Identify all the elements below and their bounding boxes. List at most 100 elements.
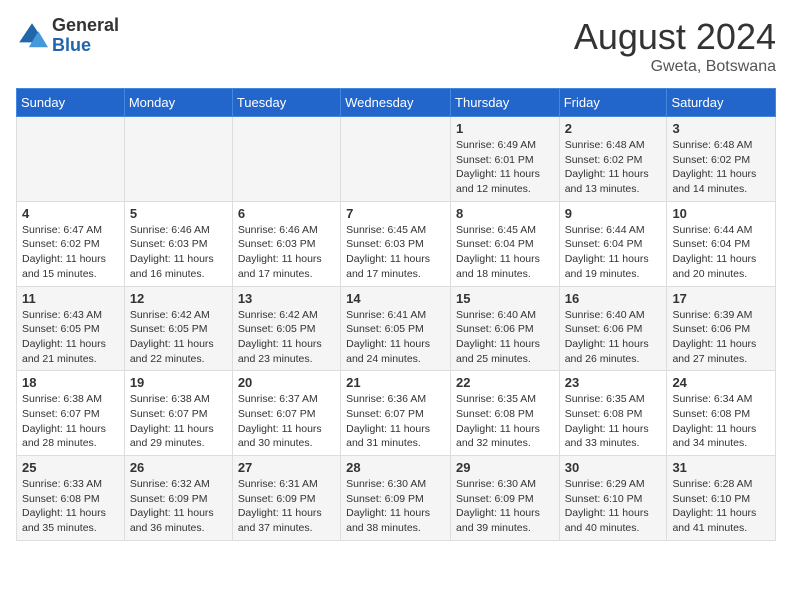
logo: General Blue [16,16,119,56]
calendar-cell: 26Sunrise: 6:32 AM Sunset: 6:09 PM Dayli… [124,456,232,541]
calendar-cell: 15 Sunrise: 6:40 AM Sunset: 6:06 PM Dayli… [451,286,560,371]
logo-text: General Blue [52,16,119,56]
calendar-cell: 4 Sunrise: 6:47 AM Sunset: 6:02 PM Daylig… [17,201,125,286]
day-number: 1 [456,121,554,136]
day-number: 24 [672,375,770,390]
day-info: Sunrise: 6:36 AM Sunset: 6:07 PM Dayligh… [346,392,445,451]
day-number: 26 [130,460,227,475]
calendar-cell: 16Sunrise: 6:40 AM Sunset: 6:06 PM Dayli… [559,286,667,371]
day-number: 12 [130,291,227,306]
day-number: 13 [238,291,335,306]
calendar-cell: 18 Sunrise: 6:38 AM Sunset: 6:07 PM Dayli… [17,371,125,456]
day-info: Sunrise: 6:37 AM Sunset: 6:07 PM Dayligh… [238,392,335,451]
day-number: 4 [22,206,119,221]
day-number: 9 [565,206,662,221]
calendar-table: SundayMondayTuesdayWednesdayThursdayFrid… [16,88,776,541]
calendar-cell: 8Sunrise: 6:45 AM Sunset: 6:04 PM Daylig… [451,201,560,286]
calendar-cell: 19Sunrise: 6:38 AM Sunset: 6:07 PM Dayli… [124,371,232,456]
calendar-cell: 12Sunrise: 6:42 AM Sunset: 6:05 PM Dayli… [124,286,232,371]
logo-blue-text: Blue [52,36,119,56]
day-info: Sunrise: 6:46 AM Sunset: 6:03 PM Dayligh… [130,223,227,282]
day-info: Sunrise: 6:47 AM Sunset: 6:02 PM Dayligh… [22,223,119,282]
day-number: 3 [672,121,770,136]
day-info: Sunrise: 6:33 AM Sunset: 6:08 PM Dayligh… [22,477,119,536]
day-info: Sunrise: 6:49 AM Sunset: 6:01 PM Dayligh… [456,138,554,197]
day-number: 14 [346,291,445,306]
day-number: 31 [672,460,770,475]
location-subtitle: Gweta, Botswana [574,58,776,76]
day-info: Sunrise: 6:48 AM Sunset: 6:02 PM Dayligh… [565,138,662,197]
day-number: 23 [565,375,662,390]
calendar-cell: 5 Sunrise: 6:46 AM Sunset: 6:03 PM Daylig… [124,201,232,286]
day-info: Sunrise: 6:45 AM Sunset: 6:04 PM Dayligh… [456,223,554,282]
day-info: Sunrise: 6:28 AM Sunset: 6:10 PM Dayligh… [672,477,770,536]
day-info: Sunrise: 6:30 AM Sunset: 6:09 PM Dayligh… [456,477,554,536]
day-number: 30 [565,460,662,475]
day-info: Sunrise: 6:46 AM Sunset: 6:03 PM Dayligh… [238,223,335,282]
page-header: General Blue August 2024 Gweta, Botswana [16,16,776,76]
day-number: 22 [456,375,554,390]
day-info: Sunrise: 6:31 AM Sunset: 6:09 PM Dayligh… [238,477,335,536]
day-info: Sunrise: 6:29 AM Sunset: 6:10 PM Dayligh… [565,477,662,536]
calendar-cell: 30 Sunrise: 6:29 AM Sunset: 6:10 PM Dayli… [559,456,667,541]
calendar-cell: 29 Sunrise: 6:30 AM Sunset: 6:09 PM Dayli… [451,456,560,541]
day-number: 15 [456,291,554,306]
logo-icon [16,20,48,52]
calendar-week-row: 18 Sunrise: 6:38 AM Sunset: 6:07 PM Dayli… [17,371,776,456]
logo-general-text: General [52,16,119,36]
day-number: 7 [346,206,445,221]
day-of-week-header: Sunday [17,89,125,117]
calendar-cell: 24Sunrise: 6:34 AM Sunset: 6:08 PM Dayli… [667,371,776,456]
day-info: Sunrise: 6:35 AM Sunset: 6:08 PM Dayligh… [565,392,662,451]
day-info: Sunrise: 6:40 AM Sunset: 6:06 PM Dayligh… [456,308,554,367]
day-number: 2 [565,121,662,136]
title-block: August 2024 Gweta, Botswana [574,16,776,76]
day-number: 5 [130,206,227,221]
calendar-cell: 31 Sunrise: 6:28 AM Sunset: 6:10 PM Dayli… [667,456,776,541]
calendar-cell: 1 Sunrise: 6:49 AM Sunset: 6:01 PM Daylig… [451,117,560,202]
day-number: 21 [346,375,445,390]
calendar-cell: 17 Sunrise: 6:39 AM Sunset: 6:06 PM Dayli… [667,286,776,371]
day-number: 17 [672,291,770,306]
calendar-header: SundayMondayTuesdayWednesdayThursdayFrid… [17,89,776,117]
day-info: Sunrise: 6:45 AM Sunset: 6:03 PM Dayligh… [346,223,445,282]
day-info: Sunrise: 6:41 AM Sunset: 6:05 PM Dayligh… [346,308,445,367]
day-number: 28 [346,460,445,475]
day-of-week-header: Saturday [667,89,776,117]
calendar-cell: 3 Sunrise: 6:48 AM Sunset: 6:02 PM Daylig… [667,117,776,202]
day-number: 18 [22,375,119,390]
day-info: Sunrise: 6:42 AM Sunset: 6:05 PM Dayligh… [238,308,335,367]
calendar-week-row: 1 Sunrise: 6:49 AM Sunset: 6:01 PM Daylig… [17,117,776,202]
calendar-cell: 28Sunrise: 6:30 AM Sunset: 6:09 PM Dayli… [341,456,451,541]
day-info: Sunrise: 6:43 AM Sunset: 6:05 PM Dayligh… [22,308,119,367]
day-number: 20 [238,375,335,390]
calendar-cell: 13 Sunrise: 6:42 AM Sunset: 6:05 PM Dayli… [232,286,340,371]
calendar-cell: 22 Sunrise: 6:35 AM Sunset: 6:08 PM Dayli… [451,371,560,456]
day-of-week-header: Thursday [451,89,560,117]
day-info: Sunrise: 6:44 AM Sunset: 6:04 PM Dayligh… [565,223,662,282]
calendar-cell [17,117,125,202]
calendar-cell: 23 Sunrise: 6:35 AM Sunset: 6:08 PM Dayli… [559,371,667,456]
calendar-cell: 21 Sunrise: 6:36 AM Sunset: 6:07 PM Dayli… [341,371,451,456]
header-row: SundayMondayTuesdayWednesdayThursdayFrid… [17,89,776,117]
day-info: Sunrise: 6:48 AM Sunset: 6:02 PM Dayligh… [672,138,770,197]
day-info: Sunrise: 6:44 AM Sunset: 6:04 PM Dayligh… [672,223,770,282]
day-number: 25 [22,460,119,475]
day-info: Sunrise: 6:35 AM Sunset: 6:08 PM Dayligh… [456,392,554,451]
day-info: Sunrise: 6:38 AM Sunset: 6:07 PM Dayligh… [22,392,119,451]
calendar-cell [124,117,232,202]
calendar-cell: 20 Sunrise: 6:37 AM Sunset: 6:07 PM Dayli… [232,371,340,456]
day-info: Sunrise: 6:39 AM Sunset: 6:06 PM Dayligh… [672,308,770,367]
day-number: 11 [22,291,119,306]
calendar-cell: 14 Sunrise: 6:41 AM Sunset: 6:05 PM Dayli… [341,286,451,371]
day-number: 29 [456,460,554,475]
day-of-week-header: Monday [124,89,232,117]
calendar-cell: 9 Sunrise: 6:44 AM Sunset: 6:04 PM Daylig… [559,201,667,286]
calendar-cell: 7 Sunrise: 6:45 AM Sunset: 6:03 PM Daylig… [341,201,451,286]
calendar-cell: 25 Sunrise: 6:33 AM Sunset: 6:08 PM Dayli… [17,456,125,541]
calendar-cell: 11 Sunrise: 6:43 AM Sunset: 6:05 PM Dayli… [17,286,125,371]
calendar-cell [341,117,451,202]
calendar-cell: 10 Sunrise: 6:44 AM Sunset: 6:04 PM Dayli… [667,201,776,286]
calendar-week-row: 4 Sunrise: 6:47 AM Sunset: 6:02 PM Daylig… [17,201,776,286]
day-number: 10 [672,206,770,221]
